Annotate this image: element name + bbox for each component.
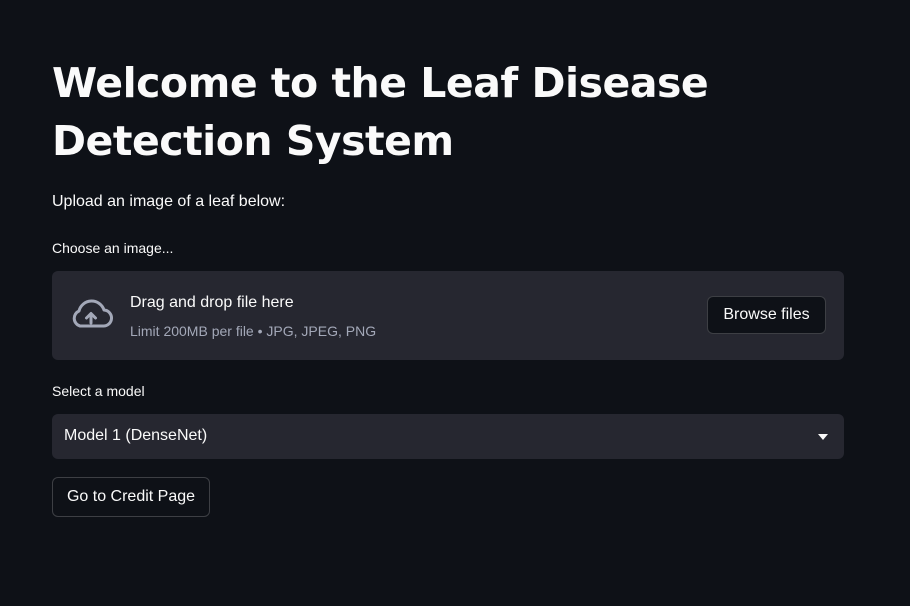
intro-text: Upload an image of a leaf below: [52, 193, 286, 210]
credit-page-button[interactable]: Go to Credit Page [52, 477, 210, 517]
model-select[interactable]: Model 1 (DenseNet) [52, 414, 844, 459]
file-dropzone[interactable]: Drag and drop file here Limit 200MB per … [52, 271, 844, 360]
page-title: Welcome to the Leaf Disease Detection Sy… [52, 59, 709, 165]
cloud-upload-icon [72, 299, 113, 328]
dropzone-instructions: Drag and drop file here [130, 294, 294, 311]
model-select-label: Select a model [52, 383, 145, 399]
browse-files-button[interactable]: Browse files [707, 296, 826, 334]
uploader-label: Choose an image... [52, 240, 174, 256]
dropzone-limit-text: Limit 200MB per file • JPG, JPEG, PNG [130, 323, 377, 339]
model-select-value: Model 1 (DenseNet) [64, 427, 208, 444]
chevron-down-icon [818, 434, 828, 440]
